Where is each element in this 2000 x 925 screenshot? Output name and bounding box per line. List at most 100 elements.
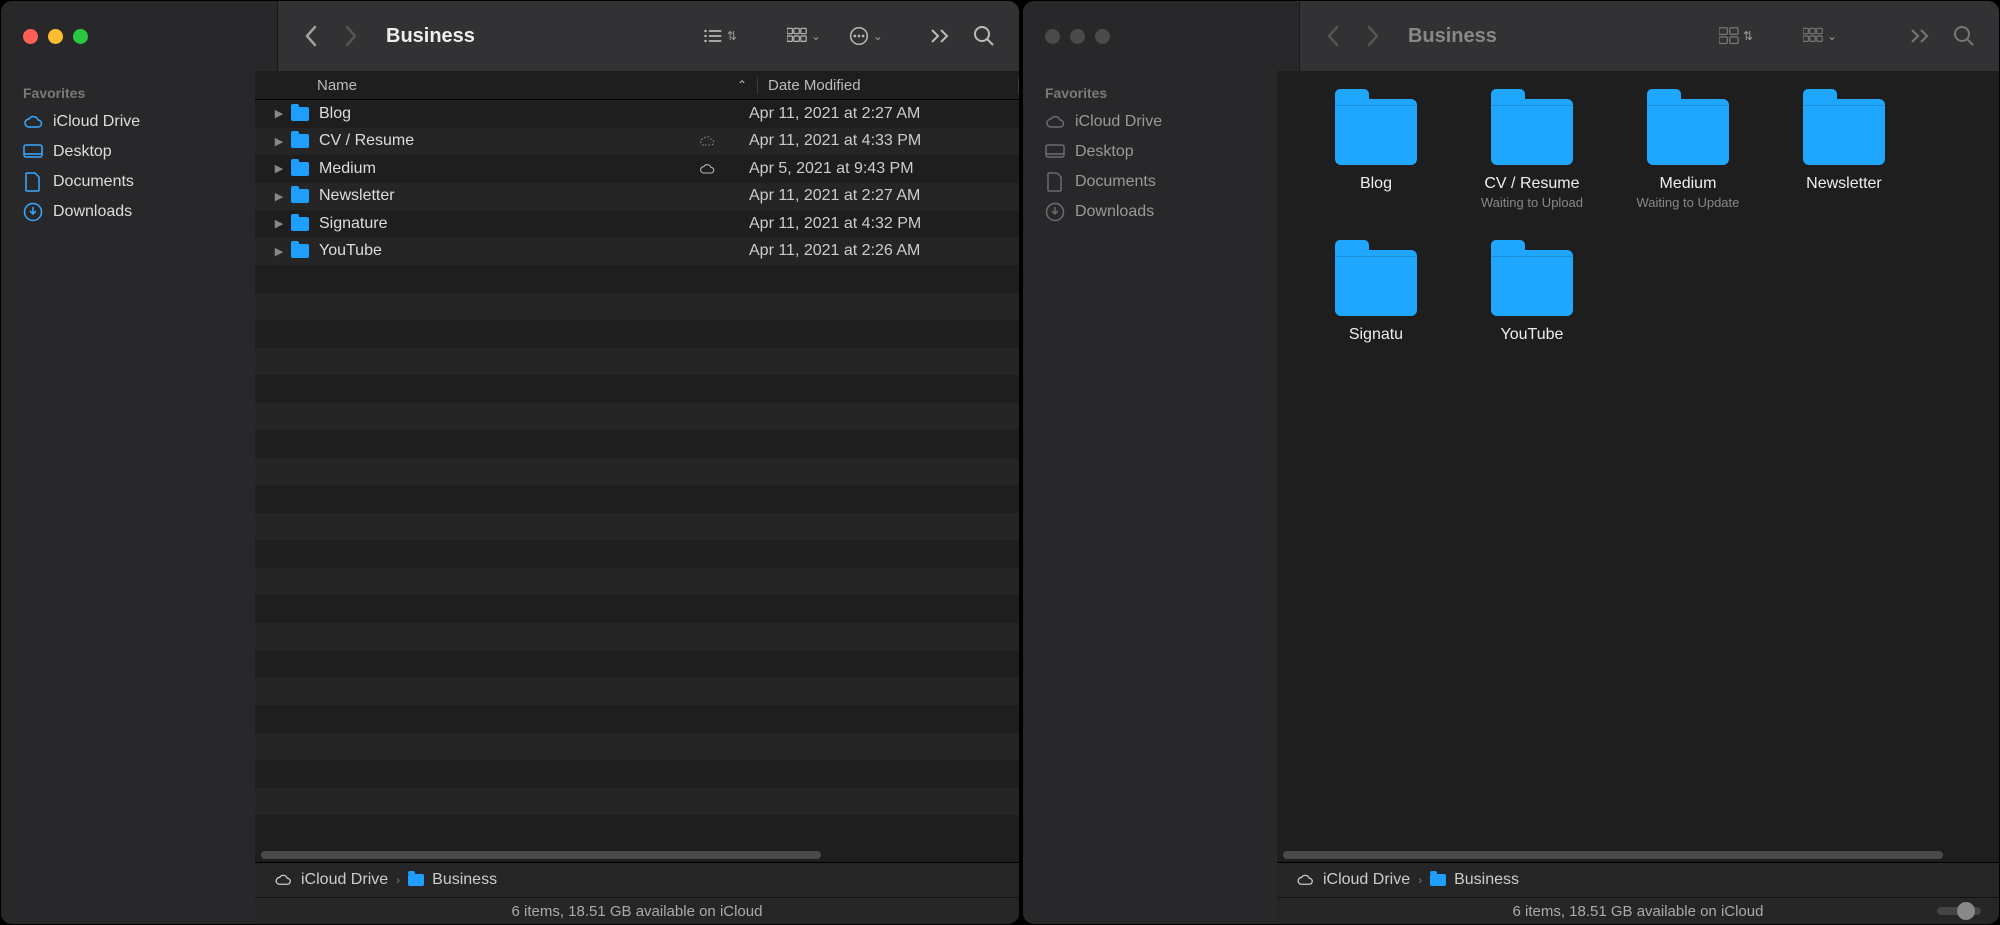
- window-maximize[interactable]: [1095, 29, 1110, 44]
- empty-row: [255, 733, 1019, 761]
- nav-back[interactable]: [1318, 21, 1348, 51]
- overflow-button[interactable]: [923, 19, 957, 53]
- document-icon: [23, 172, 43, 192]
- disclosure-triangle-icon[interactable]: ▶: [255, 217, 291, 230]
- sidebar-item-desktop[interactable]: Desktop: [1, 137, 255, 167]
- sidebar-label: Desktop: [53, 143, 112, 161]
- scrollbar-thumb[interactable]: [1283, 851, 1943, 859]
- search-button[interactable]: [967, 19, 1001, 53]
- table-row[interactable]: ▶ Newsletter Apr 11, 2021 at 2:27 AM: [255, 183, 1019, 211]
- nav-forward[interactable]: [1358, 21, 1388, 51]
- desktop-icon: [23, 142, 43, 162]
- window-maximize[interactable]: [73, 29, 88, 44]
- column-header-row: Name⌃ Date Modified Size: [255, 71, 1019, 100]
- item-date: Apr 11, 2021 at 2:27 AM: [739, 187, 999, 205]
- horizontal-scrollbar[interactable]: [255, 848, 1019, 862]
- icon-label: YouTube: [1473, 326, 1591, 344]
- sidebar-item-icloud[interactable]: iCloud Drive: [1, 107, 255, 137]
- sidebar-item-desktop[interactable]: Desktop: [1023, 137, 1277, 167]
- disclosure-triangle-icon[interactable]: ▶: [255, 245, 291, 258]
- view-icons-button[interactable]: ⇅: [1719, 19, 1753, 53]
- status-text: 6 items, 18.51 GB available on iCloud: [1512, 903, 1763, 920]
- icon-size-slider[interactable]: [1937, 907, 1981, 915]
- chevron-down-icon: ⌄: [1827, 29, 1837, 43]
- disclosure-triangle-icon[interactable]: ▶: [255, 135, 291, 148]
- path-current[interactable]: Business: [432, 871, 497, 889]
- group-button[interactable]: ⌄: [1803, 19, 1837, 53]
- cloud-icon: [1295, 870, 1315, 890]
- path-root[interactable]: iCloud Drive: [1323, 871, 1410, 889]
- chevron-left-icon: [304, 25, 318, 47]
- path-current[interactable]: Business: [1454, 871, 1519, 889]
- scrollbar-thumb[interactable]: [261, 851, 821, 859]
- icon-label: Medium: [1629, 175, 1747, 193]
- item-name: Newsletter: [319, 187, 699, 205]
- disclosure-triangle-icon[interactable]: ▶: [255, 162, 291, 175]
- icon-item[interactable]: Signatu: [1317, 250, 1435, 344]
- item-name: Blog: [319, 105, 699, 123]
- action-button[interactable]: ⌄: [849, 19, 883, 53]
- sidebar-item-downloads[interactable]: Downloads: [1023, 197, 1277, 227]
- window-minimize[interactable]: [1070, 29, 1085, 44]
- horizontal-scrollbar[interactable]: [1277, 848, 1999, 862]
- sidebar-item-icloud[interactable]: iCloud Drive: [1023, 107, 1277, 137]
- download-icon: [23, 202, 43, 222]
- status-text: 6 items, 18.51 GB available on iCloud: [511, 903, 762, 920]
- document-icon: [1045, 172, 1065, 192]
- empty-row: [255, 650, 1019, 678]
- column-date[interactable]: Date Modified: [757, 77, 1018, 94]
- path-bar: iCloud Drive › Business: [255, 862, 1019, 897]
- updown-icon: ⇅: [1743, 29, 1753, 43]
- empty-row: [255, 568, 1019, 596]
- window-close[interactable]: [23, 29, 38, 44]
- icon-item[interactable]: Blog: [1317, 99, 1435, 210]
- group-button[interactable]: ⌄: [787, 19, 821, 53]
- window-close[interactable]: [1045, 29, 1060, 44]
- grid-icon: [787, 26, 807, 46]
- item-date: Apr 5, 2021 at 9:43 PM: [739, 160, 999, 178]
- disclosure-triangle-icon[interactable]: ▶: [255, 107, 291, 120]
- icon-label: Blog: [1317, 175, 1435, 193]
- overflow-button[interactable]: [1903, 19, 1937, 53]
- table-row[interactable]: ▶CV / ResumeApr 11, 2021 at 4:33 PM: [255, 128, 1019, 156]
- empty-row: [255, 458, 1019, 486]
- icon-item[interactable]: YouTube: [1473, 250, 1591, 344]
- view-list-button[interactable]: ⇅: [703, 19, 737, 53]
- disclosure-triangle-icon[interactable]: ▶: [255, 190, 291, 203]
- sidebar-label: Downloads: [53, 203, 132, 221]
- folder-icon: [1491, 99, 1573, 165]
- icon-item[interactable]: Newsletter: [1785, 99, 1903, 210]
- folder-icon: [1335, 250, 1417, 316]
- icon-item[interactable]: CV / ResumeWaiting to Upload: [1473, 99, 1591, 210]
- double-chevron-right-icon: [1910, 28, 1930, 44]
- folder-icon: [291, 134, 309, 148]
- nav-back[interactable]: [296, 21, 326, 51]
- cloud-status-icon: [699, 135, 739, 147]
- sidebar-item-documents[interactable]: Documents: [1023, 167, 1277, 197]
- sidebar-heading: Favorites: [1, 81, 255, 107]
- empty-row: [255, 293, 1019, 321]
- item-name: CV / Resume: [319, 132, 699, 150]
- table-row[interactable]: ▶YouTubeApr 11, 2021 at 2:26 AM: [255, 238, 1019, 266]
- table-row[interactable]: ▶SignatureApr 11, 2021 at 4:32 PM: [255, 210, 1019, 238]
- search-button[interactable]: [1947, 19, 1981, 53]
- sidebar-item-downloads[interactable]: Downloads: [1, 197, 255, 227]
- cloud-icon: [23, 112, 43, 132]
- empty-row: [255, 788, 1019, 816]
- empty-row: [255, 265, 1019, 293]
- column-size[interactable]: Size: [1018, 77, 1020, 94]
- icon-item[interactable]: MediumWaiting to Update: [1629, 99, 1747, 210]
- sidebar-item-documents[interactable]: Documents: [1, 167, 255, 197]
- window-title: Business: [386, 25, 475, 48]
- window-minimize[interactable]: [48, 29, 63, 44]
- table-row[interactable]: ▶MediumApr 5, 2021 at 9:43 PM: [255, 155, 1019, 183]
- empty-row: [255, 595, 1019, 623]
- nav-forward[interactable]: [336, 21, 366, 51]
- table-row[interactable]: ▶BlogApr 11, 2021 at 2:27 AM: [255, 100, 1019, 128]
- search-icon: [1953, 25, 1975, 47]
- chevron-down-icon: ⌄: [811, 29, 821, 43]
- slider-knob[interactable]: [1957, 902, 1975, 920]
- column-name[interactable]: Name⌃: [255, 77, 757, 94]
- path-root[interactable]: iCloud Drive: [301, 871, 388, 889]
- folder-icon: [291, 217, 309, 231]
